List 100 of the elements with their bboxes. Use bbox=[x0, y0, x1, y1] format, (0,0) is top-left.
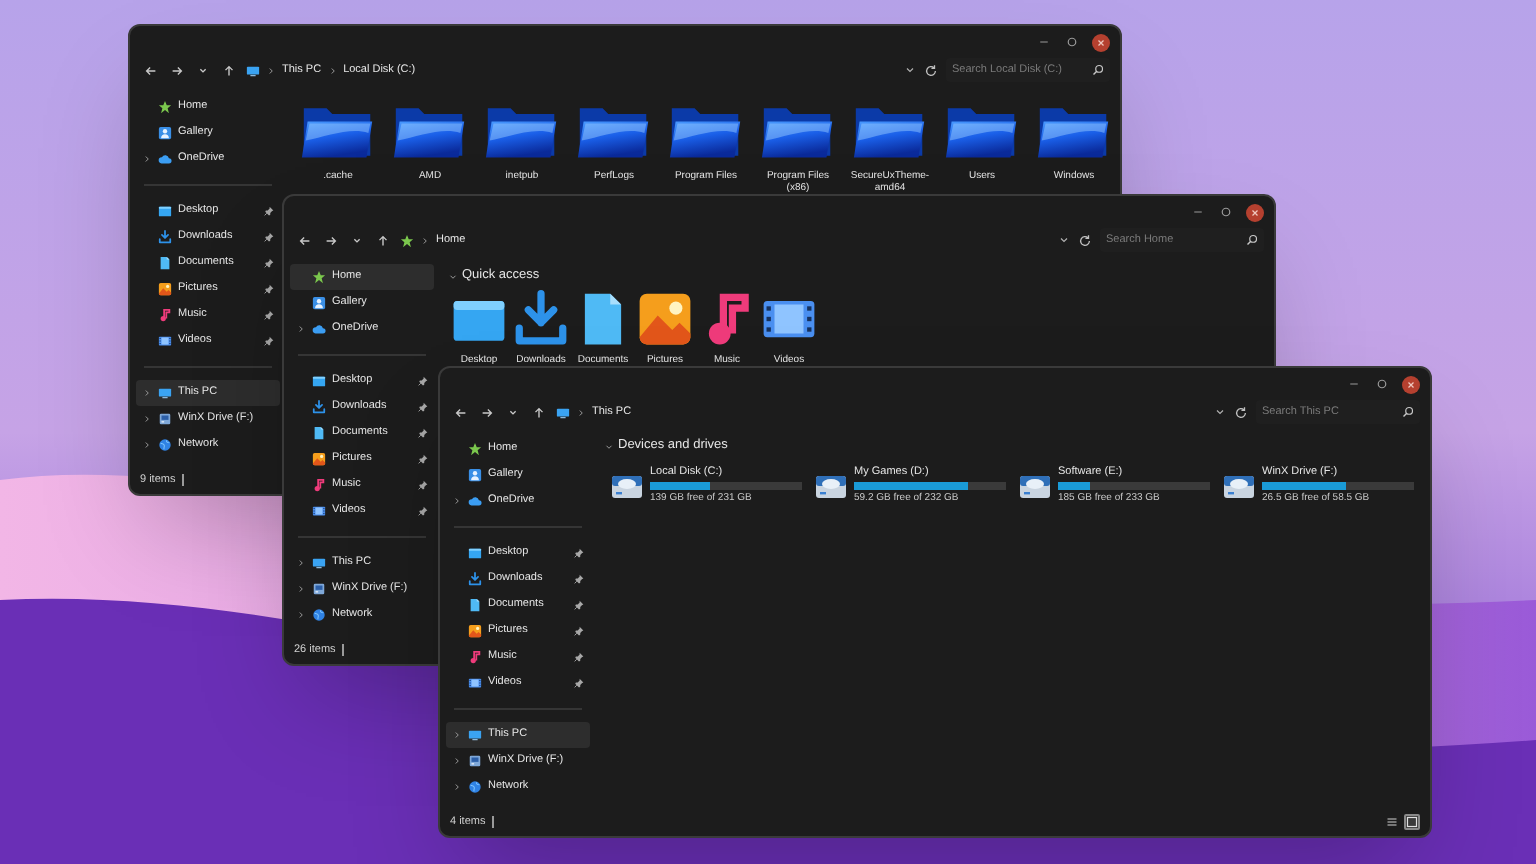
close-button[interactable] bbox=[1402, 375, 1420, 393]
photo-icon bbox=[158, 126, 172, 140]
expand-chevron-icon bbox=[296, 558, 306, 568]
up-arrow-icon bbox=[221, 63, 235, 77]
desktop-icon bbox=[468, 546, 482, 560]
close-icon bbox=[1250, 207, 1260, 217]
music-note-icon bbox=[158, 308, 172, 322]
pin-icon bbox=[418, 376, 428, 386]
star-icon bbox=[312, 270, 326, 284]
monitor-icon bbox=[468, 728, 482, 742]
pin-icon bbox=[418, 402, 428, 412]
maximize-button[interactable] bbox=[1374, 376, 1390, 392]
close-icon bbox=[1096, 37, 1106, 47]
drive-icon bbox=[158, 412, 172, 426]
film-icon bbox=[158, 334, 172, 348]
refresh-button[interactable] bbox=[922, 61, 940, 79]
back-arrow-icon bbox=[297, 233, 311, 247]
chevron-down-icon bbox=[1213, 406, 1225, 418]
maximize-icon bbox=[1376, 378, 1388, 390]
image-icon bbox=[158, 282, 172, 296]
monitor-icon bbox=[158, 386, 172, 400]
desktop-icon bbox=[312, 374, 326, 388]
forward-arrow-icon bbox=[169, 63, 183, 77]
globe-icon bbox=[312, 608, 326, 622]
image-icon bbox=[312, 452, 326, 466]
expand-chevron-icon bbox=[452, 730, 462, 740]
pin-icon bbox=[264, 284, 274, 294]
square-icon bbox=[1406, 816, 1418, 828]
refresh-icon bbox=[924, 63, 938, 77]
chevron-right-icon bbox=[420, 235, 430, 245]
pin-icon bbox=[574, 548, 584, 558]
cloud-icon bbox=[158, 152, 172, 166]
forward-arrow-icon bbox=[323, 233, 337, 247]
close-icon bbox=[1406, 379, 1416, 389]
hard-drive-icon bbox=[1222, 470, 1256, 501]
minimize-icon bbox=[1348, 378, 1360, 390]
up-arrow-icon bbox=[375, 233, 389, 247]
expand-chevron-icon bbox=[142, 414, 152, 424]
star-icon bbox=[158, 100, 172, 114]
download-icon bbox=[468, 572, 482, 586]
photo-icon bbox=[468, 468, 482, 482]
document-icon bbox=[158, 256, 172, 270]
search-icon bbox=[1246, 234, 1258, 246]
pin-icon bbox=[574, 652, 584, 662]
list-icon bbox=[1386, 816, 1398, 828]
pin-icon bbox=[574, 678, 584, 688]
download-icon bbox=[158, 230, 172, 244]
music-note-icon bbox=[468, 650, 482, 664]
tiles-view-button[interactable] bbox=[1404, 814, 1420, 830]
forward-arrow-icon bbox=[479, 405, 493, 419]
cloud-icon bbox=[468, 494, 482, 508]
expand-chevron-icon bbox=[296, 324, 306, 334]
globe-icon bbox=[468, 780, 482, 794]
expand-chevron-icon bbox=[452, 496, 462, 506]
chevron-down-icon bbox=[349, 233, 363, 247]
globe-icon bbox=[158, 438, 172, 452]
chevron-down-icon bbox=[505, 405, 519, 419]
hard-drive-icon bbox=[814, 470, 848, 501]
collapse-chevron-icon bbox=[448, 271, 458, 281]
refresh-button[interactable] bbox=[1076, 231, 1094, 249]
search-icon bbox=[1402, 406, 1414, 418]
minimize-icon bbox=[1038, 36, 1050, 48]
expand-chevron-icon bbox=[142, 440, 152, 450]
refresh-button[interactable] bbox=[1232, 403, 1250, 421]
maximize-icon bbox=[1066, 36, 1078, 48]
pin-icon bbox=[418, 428, 428, 438]
download-icon bbox=[312, 400, 326, 414]
up-arrow-icon bbox=[531, 405, 545, 419]
download-icon bbox=[512, 290, 570, 348]
document-icon bbox=[468, 598, 482, 612]
maximize-button[interactable] bbox=[1064, 34, 1080, 50]
back-arrow-icon bbox=[143, 63, 157, 77]
expand-chevron-icon bbox=[142, 388, 152, 398]
pin-icon bbox=[264, 206, 274, 216]
photo-icon bbox=[312, 296, 326, 310]
star-icon bbox=[468, 442, 482, 456]
desktop-icon bbox=[158, 204, 172, 218]
close-button[interactable] bbox=[1092, 33, 1110, 51]
search-icon bbox=[1092, 64, 1104, 76]
close-button[interactable] bbox=[1246, 203, 1264, 221]
monitor-icon bbox=[312, 556, 326, 570]
pin-icon bbox=[418, 480, 428, 490]
pin-icon bbox=[574, 626, 584, 636]
chevron-right-icon bbox=[576, 407, 586, 417]
expand-chevron-icon bbox=[142, 154, 152, 164]
film-icon bbox=[312, 504, 326, 518]
back-arrow-icon bbox=[453, 405, 467, 419]
pin-icon bbox=[418, 506, 428, 516]
maximize-button[interactable] bbox=[1218, 204, 1234, 220]
drive-icon bbox=[312, 582, 326, 596]
image-icon bbox=[468, 624, 482, 638]
monitor-icon bbox=[556, 405, 570, 419]
details-view-button[interactable] bbox=[1384, 814, 1400, 830]
pin-icon bbox=[574, 600, 584, 610]
maximize-icon bbox=[1220, 206, 1232, 218]
expand-chevron-icon bbox=[452, 782, 462, 792]
refresh-icon bbox=[1078, 233, 1092, 247]
chevron-right-icon bbox=[266, 65, 276, 75]
chevron-right-icon bbox=[327, 65, 338, 75]
monitor-icon bbox=[246, 63, 260, 77]
